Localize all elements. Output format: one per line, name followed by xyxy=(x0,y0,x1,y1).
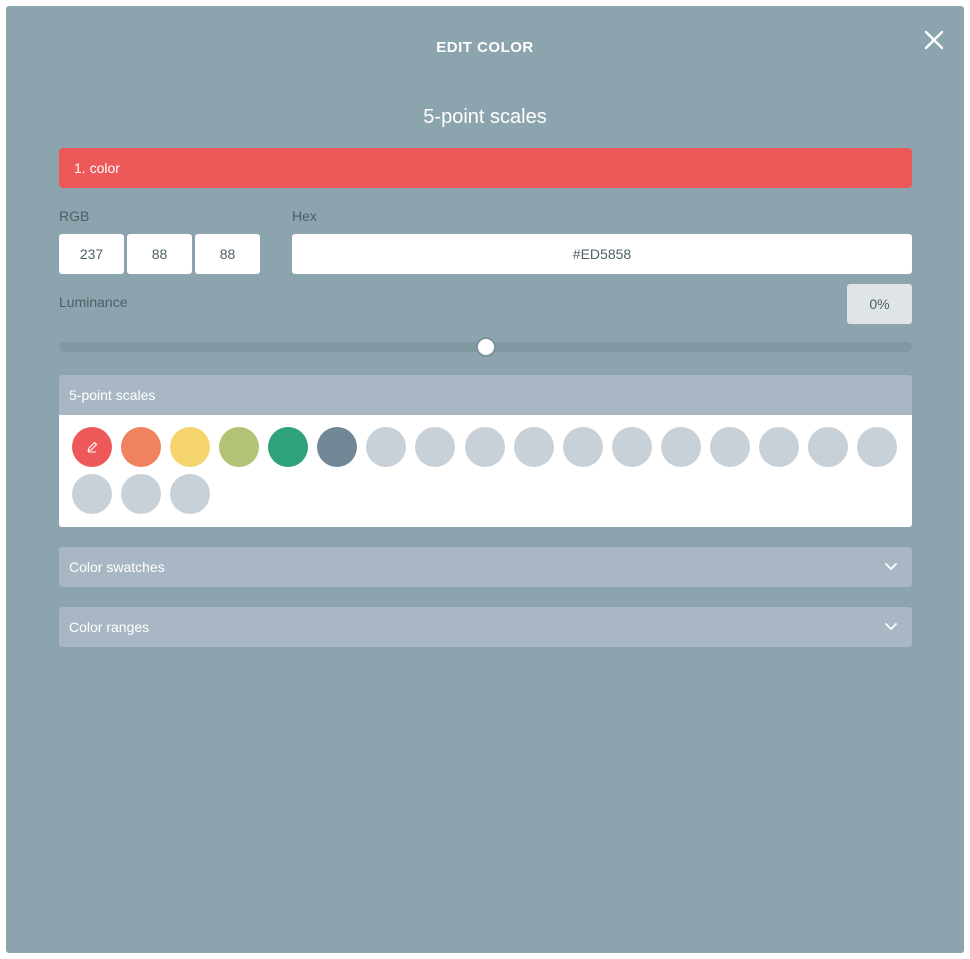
red-input[interactable] xyxy=(59,234,124,274)
palette-panel: 5-point scales xyxy=(59,375,912,527)
chevron-down-icon xyxy=(885,623,897,630)
color-swatch[interactable] xyxy=(71,474,112,514)
color-swatch[interactable] xyxy=(562,427,603,467)
color-swatch[interactable] xyxy=(120,427,161,467)
color-swatch[interactable] xyxy=(71,427,112,467)
palette-swatches xyxy=(59,415,912,527)
color-swatch[interactable] xyxy=(808,427,849,467)
color-swatch[interactable] xyxy=(857,427,898,467)
blue-input[interactable] xyxy=(195,234,260,274)
palette-panel-header[interactable]: 5-point scales xyxy=(59,375,912,415)
close-icon xyxy=(924,30,944,50)
luminance-label: Luminance xyxy=(59,294,128,310)
color-swatch[interactable] xyxy=(710,427,751,467)
close-button[interactable] xyxy=(922,28,946,52)
modal-title: EDIT COLOR xyxy=(436,39,534,56)
luminance-slider-thumb[interactable] xyxy=(475,337,496,357)
selected-color-bar[interactable]: 1. color xyxy=(59,148,912,188)
color-swatch[interactable] xyxy=(464,427,505,467)
color-swatch[interactable] xyxy=(415,427,456,467)
pencil-icon xyxy=(87,441,97,453)
color-swatch[interactable] xyxy=(169,474,210,514)
luminance-input[interactable] xyxy=(847,284,912,324)
color-swatch[interactable] xyxy=(759,427,800,467)
color-swatch[interactable] xyxy=(611,427,652,467)
color-swatch[interactable] xyxy=(120,474,161,514)
color-swatches-header[interactable]: Color swatches xyxy=(59,547,912,587)
hex-input[interactable] xyxy=(292,234,912,274)
color-swatches-title: Color swatches xyxy=(69,559,165,575)
color-ranges-title: Color ranges xyxy=(69,619,150,635)
scale-title: 5-point scales xyxy=(423,106,547,128)
rgb-label: RGB xyxy=(59,208,90,224)
luminance-slider[interactable] xyxy=(59,337,912,357)
color-swatch[interactable] xyxy=(268,427,309,467)
color-swatch[interactable] xyxy=(513,427,554,467)
edit-color-modal: EDIT COLOR 5-point scales 1. color RGB H… xyxy=(6,6,964,953)
hex-label: Hex xyxy=(292,208,317,224)
color-swatch[interactable] xyxy=(660,427,701,467)
color-swatch[interactable] xyxy=(317,427,358,467)
color-ranges-header[interactable]: Color ranges xyxy=(59,607,912,647)
color-ranges-panel: Color ranges xyxy=(59,607,912,647)
color-swatch[interactable] xyxy=(366,427,407,467)
color-swatch[interactable] xyxy=(169,427,210,467)
chevron-down-icon xyxy=(885,563,897,570)
color-swatch[interactable] xyxy=(219,427,260,467)
color-swatches-panel: Color swatches xyxy=(59,547,912,587)
green-input[interactable] xyxy=(127,234,192,274)
